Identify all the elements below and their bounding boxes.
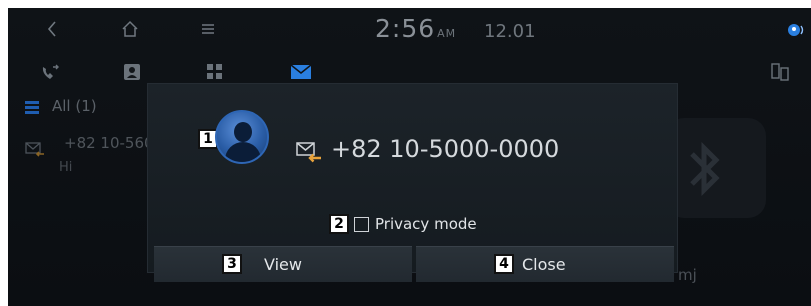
callout-2: 2 (329, 214, 349, 234)
status-bar: 2:56 AM 12.01 (8, 8, 811, 52)
bluetooth-icon (690, 141, 720, 197)
switch-device-icon[interactable] (768, 60, 792, 84)
close-button[interactable]: 4 Close (416, 246, 674, 282)
privacy-mode-checkbox[interactable] (354, 216, 369, 232)
incoming-message-icon (24, 140, 46, 158)
voice-assistant-icon[interactable] (786, 20, 808, 40)
clock-ampm: AM (437, 27, 457, 40)
list-item-number[interactable]: +82 10-560 (64, 134, 154, 152)
clock: 2:56 AM (375, 14, 456, 43)
dialpad-icon[interactable] (204, 61, 226, 83)
messages-icon[interactable] (289, 62, 313, 82)
callout-3: 3 (222, 254, 242, 274)
list-item-preview: Hi (59, 160, 73, 175)
incoming-message-popup: 1 +82 10-5000-0000 2 Privacy mode 3 View… (147, 83, 678, 282)
list-filter-all[interactable]: All (1) (52, 97, 97, 115)
privacy-mode-toggle[interactable]: Privacy mode (354, 215, 477, 233)
avatar-body (225, 142, 261, 162)
close-button-label: Close (522, 255, 566, 274)
avatar-head (234, 122, 252, 142)
sender-phone-number: +82 10-5000-0000 (331, 135, 560, 163)
view-button[interactable]: 3 View (154, 246, 412, 282)
infotainment-screen: 2:56 AM 12.01 All (1) +82 10-560 Hi mj 1… (8, 8, 811, 306)
list-icon (24, 99, 40, 115)
contacts-icon[interactable] (120, 60, 144, 84)
background-partial-text: mj (678, 266, 697, 284)
avatar (215, 110, 269, 164)
menu-lines-icon[interactable] (198, 17, 218, 41)
view-button-label: View (264, 255, 302, 274)
date: 12.01 (484, 21, 536, 42)
incoming-message-icon (296, 141, 322, 163)
home-icon[interactable] (118, 16, 142, 42)
privacy-mode-label: Privacy mode (375, 215, 477, 233)
back-chevron-icon[interactable] (42, 16, 62, 42)
callout-4: 4 (494, 254, 514, 274)
clock-time: 2:56 (375, 14, 436, 43)
bluetooth-tile (666, 118, 766, 218)
call-log-icon[interactable] (38, 62, 62, 84)
